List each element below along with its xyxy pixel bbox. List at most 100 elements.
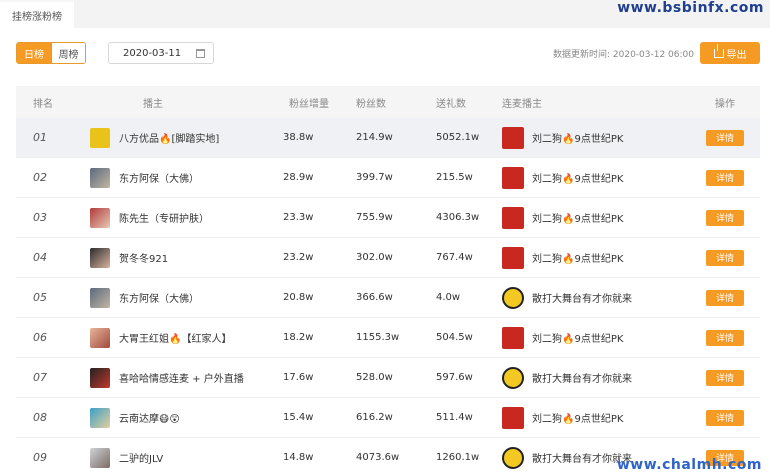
- fans: 366.6w: [356, 292, 393, 303]
- anchor-name[interactable]: 陈先生（专研护肤）: [119, 210, 209, 225]
- op-cell: 详情: [690, 409, 760, 426]
- export-label: 导出: [726, 49, 747, 61]
- anchor-cell: 喜哈哈情感连麦 + 户外直播: [68, 367, 283, 388]
- detail-button[interactable]: 详情: [706, 129, 744, 146]
- detail-button[interactable]: 详情: [706, 409, 744, 426]
- fans-inc: 23.2w: [283, 252, 314, 263]
- anchor-cell: 东方阿保（大佛）: [68, 167, 283, 188]
- link-anchor-cell: 刘二狗🔥9点世纪PK: [502, 206, 690, 229]
- table-row[interactable]: 08 云南达摩😷😲 15.4w 616.2w 511.4w 刘二狗🔥9点世纪PK…: [16, 398, 760, 438]
- avatar: [502, 246, 524, 269]
- table-row[interactable]: 03 陈先生（专研护肤） 23.3w 755.9w 4306.3w 刘二狗🔥9点…: [16, 198, 760, 238]
- fans: 528.0w: [356, 372, 393, 383]
- op-cell: 详情: [690, 289, 760, 306]
- fans-inc: 28.9w: [283, 172, 314, 183]
- anchor-cell: 二驴的JLV: [68, 447, 283, 468]
- avatar: [90, 447, 110, 468]
- fans: 1155.3w: [356, 332, 400, 343]
- rank: 05: [33, 291, 47, 304]
- export-button[interactable]: 导出: [700, 42, 760, 64]
- avatar: [90, 287, 110, 308]
- link-anchor-cell: 刘二狗🔥9点世纪PK: [502, 246, 690, 269]
- avatar: [90, 207, 110, 228]
- fans-inc: 20.8w: [283, 292, 314, 303]
- fans: 302.0w: [356, 252, 393, 263]
- avatar: [502, 206, 524, 229]
- link-anchor-name[interactable]: 刘二狗🔥9点世纪PK: [532, 130, 623, 145]
- anchor-cell: 八方优品🔥[脚踏实地]: [68, 127, 283, 148]
- anchor-cell: 大胃王红姐🔥【红家人】: [68, 327, 283, 348]
- col-link-anchor: 连麦播主: [502, 98, 542, 110]
- gifts: 767.4w: [436, 252, 473, 263]
- link-anchor-name[interactable]: 刘二狗🔥9点世纪PK: [532, 250, 623, 265]
- detail-button[interactable]: 详情: [706, 289, 744, 306]
- detail-button[interactable]: 详情: [706, 169, 744, 186]
- anchor-name[interactable]: 云南达摩😷😲: [119, 410, 180, 425]
- weekly-tab[interactable]: 周榜: [51, 43, 85, 63]
- anchor-name[interactable]: 二驴的JLV: [119, 450, 163, 465]
- avatar: [90, 167, 110, 188]
- daily-tab[interactable]: 日榜: [17, 43, 51, 63]
- avatar: [502, 366, 524, 389]
- anchor-name[interactable]: 大胃王红姐🔥【红家人】: [119, 330, 231, 345]
- link-anchor-cell: 刘二狗🔥9点世纪PK: [502, 126, 690, 149]
- rank: 01: [33, 131, 47, 144]
- table-row[interactable]: 01 八方优品🔥[脚踏实地] 38.8w 214.9w 5052.1w 刘二狗🔥…: [16, 118, 760, 158]
- col-fans: 粉丝数: [356, 98, 386, 110]
- anchor-cell: 东方阿保（大佛）: [68, 287, 283, 308]
- rank: 02: [33, 171, 47, 184]
- anchor-name[interactable]: 喜哈哈情感连麦 + 户外直播: [119, 370, 244, 385]
- rank: 03: [33, 211, 47, 224]
- tab-ranking[interactable]: 挂榜涨粉榜: [0, 0, 74, 28]
- link-anchor-cell: 刘二狗🔥9点世纪PK: [502, 406, 690, 429]
- watermark-top: www.bsbinfx.com: [617, 0, 764, 16]
- export-icon: [713, 43, 724, 58]
- rank: 04: [33, 251, 47, 264]
- date-value: 2020-03-11: [123, 47, 182, 59]
- detail-button[interactable]: 详情: [706, 249, 744, 266]
- col-anchor: 播主: [143, 98, 163, 110]
- fans: 4073.6w: [356, 452, 400, 463]
- fans-inc: 17.6w: [283, 372, 314, 383]
- anchor-name[interactable]: 东方阿保（大佛）: [119, 290, 199, 305]
- anchor-cell: 陈先生（专研护肤）: [68, 207, 283, 228]
- detail-button[interactable]: 详情: [706, 209, 744, 226]
- link-anchor-name[interactable]: 散打大舞台有才你就来: [532, 290, 632, 305]
- rank: 08: [33, 411, 47, 424]
- gifts: 504.5w: [436, 332, 473, 343]
- fans-inc: 38.8w: [283, 132, 314, 143]
- op-cell: 详情: [690, 129, 760, 146]
- table-row[interactable]: 05 东方阿保（大佛） 20.8w 366.6w 4.0w 散打大舞台有才你就来…: [16, 278, 760, 318]
- link-anchor-name[interactable]: 刘二狗🔥9点世纪PK: [532, 330, 623, 345]
- anchor-name[interactable]: 八方优品🔥[脚踏实地]: [119, 130, 219, 145]
- period-toggle: 日榜 周榜: [16, 42, 86, 64]
- link-anchor-name[interactable]: 散打大舞台有才你就来: [532, 370, 632, 385]
- date-picker[interactable]: 2020-03-11: [108, 42, 214, 64]
- ranking-table: 排名 播主 粉丝增量 粉丝数 送礼数 连麦播主 操作 01 八方优品🔥[脚踏实地…: [16, 86, 760, 475]
- link-anchor-name[interactable]: 刘二狗🔥9点世纪PK: [532, 210, 623, 225]
- avatar: [502, 166, 524, 189]
- table-row[interactable]: 04 贺冬冬921 23.2w 302.0w 767.4w 刘二狗🔥9点世纪PK…: [16, 238, 760, 278]
- fans-inc: 23.3w: [283, 212, 314, 223]
- col-op: 操作: [715, 98, 735, 110]
- link-anchor-cell: 散打大舞台有才你就来: [502, 366, 690, 389]
- fans: 616.2w: [356, 412, 393, 423]
- table-row[interactable]: 02 东方阿保（大佛） 28.9w 399.7w 215.5w 刘二狗🔥9点世纪…: [16, 158, 760, 198]
- detail-button[interactable]: 详情: [706, 329, 744, 346]
- table-row[interactable]: 06 大胃王红姐🔥【红家人】 18.2w 1155.3w 504.5w 刘二狗🔥…: [16, 318, 760, 358]
- op-cell: 详情: [690, 169, 760, 186]
- avatar: [502, 406, 524, 429]
- link-anchor-cell: 刘二狗🔥9点世纪PK: [502, 166, 690, 189]
- link-anchor-name[interactable]: 刘二狗🔥9点世纪PK: [532, 170, 623, 185]
- anchor-cell: 云南达摩😷😲: [68, 407, 283, 428]
- anchor-name[interactable]: 东方阿保（大佛）: [119, 170, 199, 185]
- col-rank: 排名: [33, 98, 53, 110]
- anchor-name[interactable]: 贺冬冬921: [119, 250, 168, 265]
- gifts: 5052.1w: [436, 132, 480, 143]
- detail-button[interactable]: 详情: [706, 369, 744, 386]
- fans: 755.9w: [356, 212, 393, 223]
- link-anchor-name[interactable]: 刘二狗🔥9点世纪PK: [532, 410, 623, 425]
- link-anchor-cell: 刘二狗🔥9点世纪PK: [502, 326, 690, 349]
- fans: 399.7w: [356, 172, 393, 183]
- table-row[interactable]: 07 喜哈哈情感连麦 + 户外直播 17.6w 528.0w 597.6w 散打…: [16, 358, 760, 398]
